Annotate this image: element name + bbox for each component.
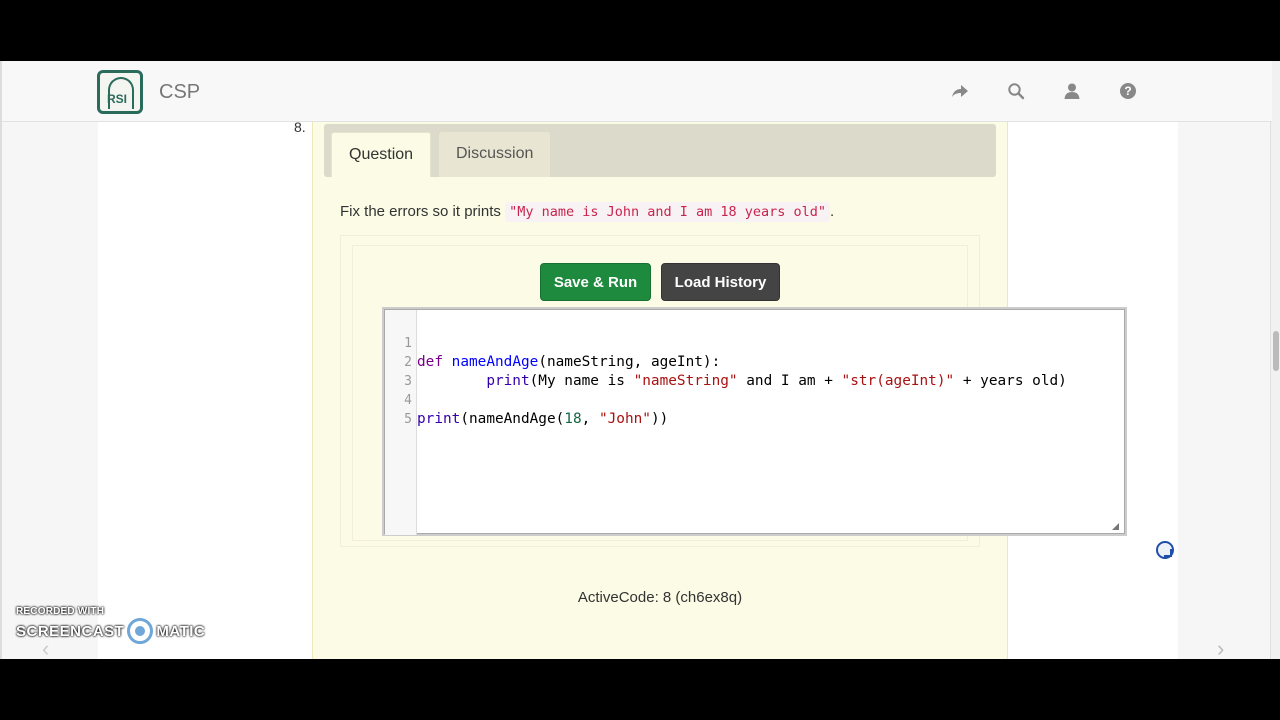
screen: RSI CSP ? 8. Question Discussion Fix the… bbox=[0, 0, 1280, 720]
tab-discussion[interactable]: Discussion bbox=[439, 132, 551, 177]
rsi-logo[interactable]: RSI bbox=[97, 70, 143, 114]
question-prompt: Fix the errors so it prints "My name is … bbox=[340, 202, 835, 222]
watermark-text-a: SCREENCAST bbox=[16, 622, 125, 640]
watermark-line1: RECORDED WITH bbox=[16, 606, 105, 617]
page-scrollbar[interactable] bbox=[1270, 61, 1280, 659]
screencast-logo-icon bbox=[127, 618, 154, 644]
mouse-cursor-icon bbox=[1156, 541, 1174, 559]
code-line[interactable]: 2 print(My name is "nameString" and I am… bbox=[384, 334, 1125, 389]
editor-lines[interactable]: 1 def nameAndAge(nameString, ageInt): 2 … bbox=[384, 315, 1125, 427]
logo-text: RSI bbox=[107, 92, 128, 106]
prompt-code: "My name is John and I am 18 years old" bbox=[505, 202, 831, 222]
code-line[interactable]: 5 bbox=[384, 391, 1125, 427]
tab-question[interactable]: Question bbox=[331, 132, 432, 177]
user-icon[interactable] bbox=[1062, 82, 1082, 102]
resize-handle-icon[interactable] bbox=[1112, 523, 1119, 530]
activecode-caption: ActiveCode: 8 (ch6ex8q) bbox=[577, 589, 743, 606]
next-page-arrow-icon[interactable]: › bbox=[1217, 636, 1224, 659]
prompt-text: Fix the errors so it prints bbox=[340, 203, 501, 220]
code-line[interactable]: 3 bbox=[384, 353, 1125, 389]
browser-viewport: RSI CSP ? 8. Question Discussion Fix the… bbox=[0, 61, 1280, 659]
watermark-text-b: MATIC bbox=[156, 622, 206, 640]
watermark-line2: SCREENCAST MATIC bbox=[16, 618, 206, 645]
svg-text:?: ? bbox=[1124, 84, 1131, 98]
code-editor[interactable]: 1 def nameAndAge(nameString, ageInt): 2 … bbox=[382, 307, 1127, 536]
share-icon[interactable] bbox=[950, 82, 970, 102]
code-line[interactable]: 1 def nameAndAge(nameString, ageInt): bbox=[384, 315, 1125, 370]
navbar: RSI CSP ? bbox=[2, 61, 1272, 122]
tab-discussion-label: Discussion bbox=[456, 145, 534, 162]
line-number: 5 bbox=[404, 412, 412, 427]
search-icon[interactable] bbox=[1006, 82, 1026, 102]
tab-bar: Question Discussion bbox=[324, 124, 996, 177]
help-icon[interactable]: ? bbox=[1118, 82, 1138, 102]
tab-question-label: Question bbox=[349, 146, 414, 163]
save-run-button[interactable]: Save & Run bbox=[540, 263, 651, 301]
scrollbar-thumb[interactable] bbox=[1273, 331, 1279, 371]
code-line[interactable]: 4 print(nameAndAge(18, "John")) bbox=[384, 372, 1125, 427]
prompt-end: . bbox=[830, 203, 835, 220]
load-history-button[interactable]: Load History bbox=[661, 263, 780, 301]
brand-title[interactable]: CSP bbox=[159, 81, 200, 104]
screencast-watermark: RECORDED WITH SCREENCAST MATIC bbox=[16, 606, 205, 645]
